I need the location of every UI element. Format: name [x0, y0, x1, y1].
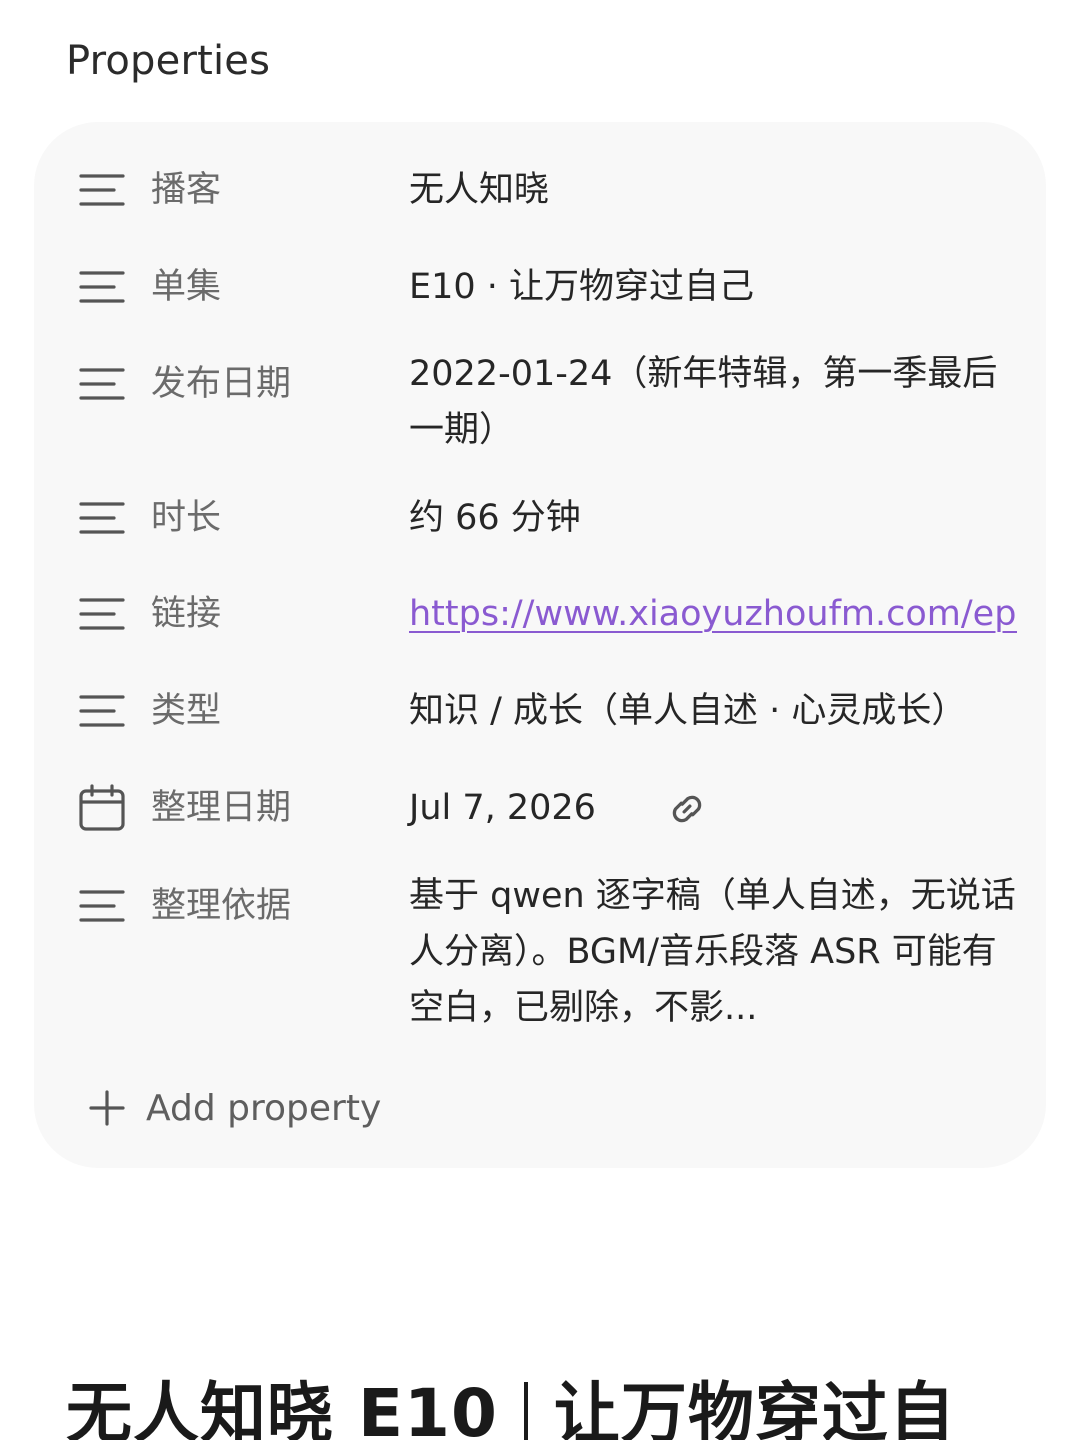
property-value[interactable]: E10 · 让万物穿过自己 — [409, 259, 1019, 315]
property-name: 时长 — [151, 498, 222, 538]
title-separator — [523, 1382, 528, 1440]
property-value[interactable]: 基于 qwen 逐字稿（单人自述，无说话人分离）。BGM/音乐段落 ASR 可能… — [409, 868, 1019, 1036]
add-property-label: Add property — [146, 1087, 382, 1129]
property-name: 链接 — [151, 594, 222, 634]
property-name: 整理日期 — [151, 788, 292, 828]
property-name: 类型 — [151, 691, 222, 731]
plus-icon — [89, 1090, 125, 1126]
property-value[interactable]: 无人知晓 — [409, 162, 1019, 218]
calendar-icon — [79, 784, 125, 831]
property-name: 发布日期 — [151, 364, 292, 404]
text-lines-icon — [79, 174, 125, 206]
property-value[interactable]: 2022-01-24（新年特辑，第一季最后一期） — [409, 346, 1019, 458]
link-icon[interactable] — [664, 786, 710, 832]
add-property-button[interactable]: Add property — [88, 1080, 381, 1136]
property-name: 播客 — [151, 170, 222, 210]
property-value[interactable]: Jul 7, 2026 — [409, 780, 1019, 836]
text-lines-icon — [79, 890, 125, 922]
text-lines-icon — [79, 368, 125, 400]
property-value[interactable]: 约 66 分钟 — [409, 490, 1019, 546]
text-lines-icon — [79, 695, 125, 727]
page-title: 无人知晓 E10 让万物穿过自 — [66, 1360, 956, 1440]
property-link-value[interactable]: https://www.xiaoyuzhoufm.com/epi — [409, 586, 1017, 642]
text-lines-icon — [79, 271, 125, 303]
property-name: 整理依据 — [151, 886, 292, 926]
text-lines-icon — [79, 502, 125, 534]
property-value[interactable]: 知识 / 成长（单人自述 · 心灵成长） — [409, 683, 1019, 739]
page-title-left: 无人知晓 E10 — [66, 1375, 498, 1440]
property-name: 单集 — [151, 267, 222, 307]
page-title-right: 让万物穿过自 — [553, 1375, 956, 1440]
section-title: Properties — [66, 38, 271, 84]
properties-card: 播客 无人知晓 单集 E10 · 让万物穿过自己 发布日期 2022-01-24… — [34, 122, 1046, 1168]
page: Properties 播客 无人知晓 单集 E10 · 让万物穿过自己 发布日期… — [0, 0, 1080, 1440]
text-lines-icon — [79, 598, 125, 630]
